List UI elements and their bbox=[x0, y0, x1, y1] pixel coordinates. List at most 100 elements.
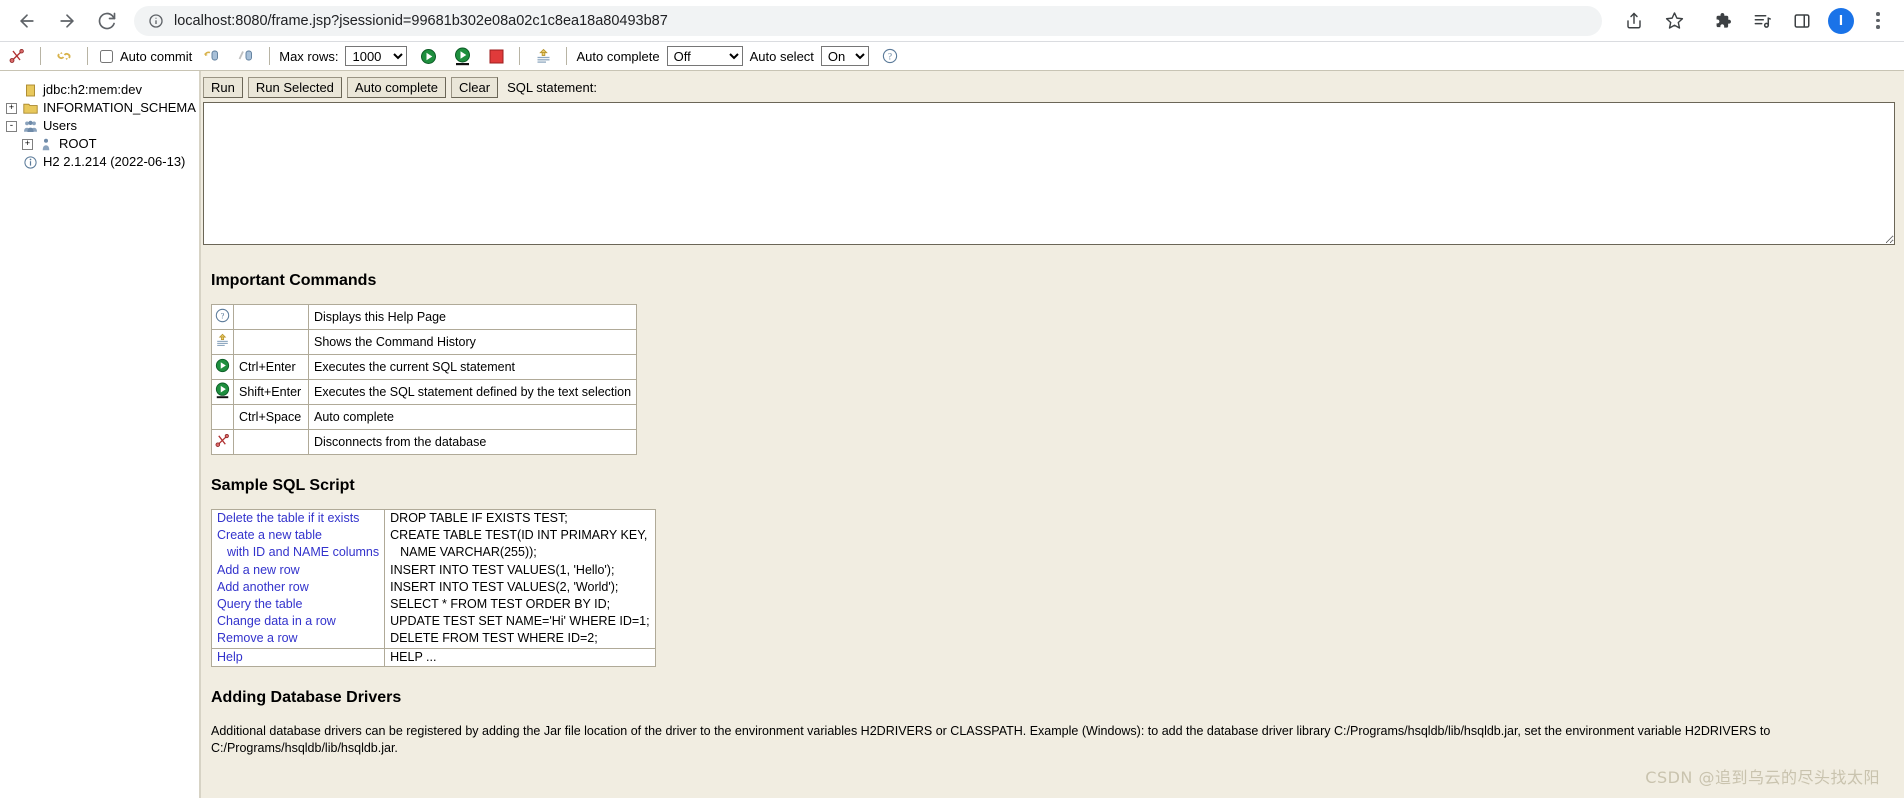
reading-list-icon[interactable] bbox=[1746, 5, 1778, 37]
user-icon bbox=[38, 138, 54, 151]
script-label: Add another row bbox=[217, 579, 309, 594]
help-icon[interactable]: ? bbox=[879, 45, 901, 67]
shortcut-key bbox=[233, 429, 309, 455]
folder-icon bbox=[22, 102, 38, 114]
browser-toolbar: localhost:8080/frame.jsp?jsessionid=9968… bbox=[0, 0, 1904, 42]
drivers-heading: Adding Database Drivers bbox=[211, 688, 402, 706]
rollback-icon[interactable] bbox=[235, 45, 257, 67]
max-rows-select[interactable]: 1000 bbox=[345, 46, 408, 66]
toolbar-separator bbox=[566, 47, 568, 65]
max-rows-label: Max rows: bbox=[279, 48, 339, 64]
info-icon bbox=[22, 155, 38, 169]
shortcut-key: Shift+Enter bbox=[233, 379, 309, 405]
command-description: Executes the SQL statement defined by th… bbox=[307, 379, 638, 405]
sql-line: DROP TABLE IF EXISTS TEST; bbox=[390, 511, 568, 525]
tree-toggle bbox=[6, 85, 17, 96]
address-bar[interactable]: localhost:8080/frame.jsp?jsessionid=9968… bbox=[134, 5, 1602, 36]
tree-toggle-collapse[interactable]: - bbox=[6, 120, 17, 132]
tree-item-label: Users bbox=[43, 118, 77, 133]
database-icon bbox=[22, 84, 38, 97]
table-row: Shows the Command History bbox=[211, 329, 638, 355]
auto-complete-label: Auto complete bbox=[576, 48, 660, 64]
tree-item-root[interactable]: + ROOT bbox=[6, 135, 199, 153]
table-row: ? Displays this Help Page bbox=[211, 304, 638, 330]
address-bar-url[interactable]: localhost:8080/frame.jsp?jsessionid=9968… bbox=[174, 13, 668, 29]
sql-command-bar: Run Run Selected Auto complete Clear SQL… bbox=[201, 71, 1904, 102]
script-label: Delete the table if it exists bbox=[217, 511, 360, 525]
kebab-menu-icon[interactable] bbox=[1864, 5, 1892, 37]
database-tree: jdbc:h2:mem:dev + INFORMATION_SCHEMA - U… bbox=[0, 71, 199, 171]
shortcut-key bbox=[233, 304, 309, 330]
tree-item-connection[interactable]: jdbc:h2:mem:dev bbox=[6, 81, 199, 99]
sql-statement-label: SQL statement: bbox=[507, 80, 597, 95]
sample-script-heading: Sample SQL Script bbox=[211, 477, 355, 494]
commit-icon[interactable] bbox=[201, 45, 223, 67]
script-label: Change data in a row bbox=[217, 614, 336, 629]
help-icon[interactable]: ? bbox=[211, 304, 234, 330]
auto-commit-checkbox[interactable] bbox=[100, 49, 113, 63]
stop-icon[interactable] bbox=[485, 45, 507, 67]
browser-action-icons: I bbox=[1614, 5, 1904, 37]
share-icon[interactable] bbox=[1618, 5, 1650, 37]
important-commands-table: ? Displays this Help Page Shows the Comm… bbox=[211, 304, 638, 455]
tree-item-information-schema[interactable]: + INFORMATION_SCHEMA bbox=[6, 99, 199, 117]
database-tree-frame: jdbc:h2:mem:dev + INFORMATION_SCHEMA - U… bbox=[0, 71, 199, 798]
script-label: Remove a row bbox=[217, 631, 298, 646]
tree-item-label: INFORMATION_SCHEMA bbox=[43, 100, 196, 115]
table-row: Help HELP ... bbox=[210, 647, 656, 667]
tree-item-label: jdbc:h2:mem:dev bbox=[43, 82, 142, 97]
script-label: Create a new table bbox=[217, 528, 322, 543]
auto-complete-button[interactable]: Auto complete bbox=[346, 77, 447, 98]
run-selected-icon[interactable] bbox=[211, 379, 234, 405]
run-selected-icon[interactable] bbox=[451, 45, 473, 67]
command-description: Disconnects from the database bbox=[307, 429, 638, 455]
extensions-puzzle-icon[interactable] bbox=[1706, 5, 1738, 37]
sql-line: CREATE TABLE TEST(ID INT PRIMARY KEY, bbox=[390, 528, 648, 543]
history-icon[interactable] bbox=[211, 329, 234, 355]
auto-select-select[interactable]: On bbox=[820, 46, 869, 66]
toolbar-separator bbox=[519, 47, 521, 65]
run-icon[interactable] bbox=[417, 45, 439, 67]
command-description: Executes the current SQL statement bbox=[307, 354, 638, 380]
run-selected-button[interactable]: Run Selected bbox=[247, 77, 342, 98]
site-info-icon[interactable] bbox=[148, 13, 164, 29]
script-descriptions: Delete the table if it exists Create a n… bbox=[210, 509, 386, 649]
run-button[interactable]: Run bbox=[203, 77, 243, 98]
script-label: Add a new row bbox=[217, 562, 300, 577]
script-descriptions: Help bbox=[210, 647, 386, 667]
sample-sql-script-table: Delete the table if it exists Create a n… bbox=[210, 509, 656, 667]
avatar[interactable]: I bbox=[1828, 7, 1854, 34]
disconnect-icon[interactable] bbox=[6, 45, 28, 67]
forward-arrow-icon[interactable] bbox=[50, 4, 84, 38]
svg-text:?: ? bbox=[888, 51, 892, 61]
reload-icon[interactable] bbox=[90, 4, 124, 38]
back-arrow-icon[interactable] bbox=[10, 4, 44, 38]
important-commands-heading: Important Commands bbox=[211, 272, 377, 289]
refresh-icon[interactable] bbox=[53, 45, 75, 67]
auto-complete-select[interactable]: Off bbox=[666, 46, 743, 66]
toolbar-separator bbox=[40, 47, 41, 65]
shortcut-key: Ctrl+Enter bbox=[233, 354, 309, 380]
svg-text:?: ? bbox=[221, 311, 225, 321]
disconnect-icon[interactable] bbox=[211, 429, 234, 455]
sql-editor[interactable] bbox=[203, 102, 1895, 245]
bookmark-star-icon[interactable] bbox=[1658, 5, 1690, 37]
script-label: with ID and NAME columns bbox=[227, 545, 380, 560]
command-description: Auto complete bbox=[307, 404, 638, 430]
sql-line: UPDATE TEST SET NAME='Hi' WHERE ID=1; bbox=[390, 614, 650, 629]
command-description: Displays this Help Page bbox=[307, 304, 638, 330]
tree-item-version[interactable]: H2 2.1.214 (2022-06-13) bbox=[6, 153, 199, 171]
clear-button[interactable]: Clear bbox=[451, 77, 499, 98]
sql-line: INSERT INTO TEST VALUES(1, 'Hello'); bbox=[390, 562, 615, 577]
tree-toggle-expand[interactable]: + bbox=[22, 138, 33, 150]
tree-toggle-expand[interactable]: + bbox=[6, 102, 17, 114]
auto-commit-label[interactable]: Auto commit bbox=[120, 49, 192, 64]
h2-console-toolbar: Auto commit Max rows: 1000 Auto complete… bbox=[0, 42, 1904, 71]
tree-item-users[interactable]: - Users bbox=[6, 117, 199, 135]
table-row: Delete the table if it exists Create a n… bbox=[210, 509, 656, 649]
side-panel-icon[interactable] bbox=[1786, 5, 1818, 37]
history-icon[interactable] bbox=[532, 45, 554, 67]
table-row: Disconnects from the database bbox=[211, 429, 638, 455]
run-icon[interactable] bbox=[211, 354, 234, 380]
drivers-paragraph: Additional database drivers can be regis… bbox=[211, 723, 1771, 755]
